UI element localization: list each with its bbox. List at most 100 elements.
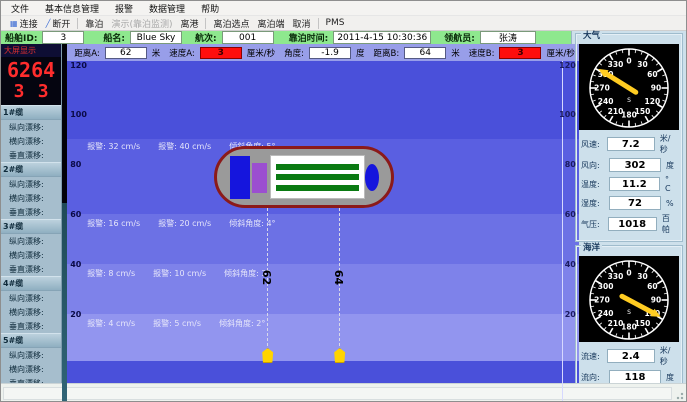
status-bar-panel [3, 387, 672, 400]
y-tick-label: 120 [559, 61, 576, 70]
wind-speed-value[interactable]: 7.2 [607, 137, 655, 151]
cable-group-3: 3#缆 纵向漂移: 横向漂移: 垂直漂移: [1, 219, 61, 276]
speed-a-value[interactable]: 3 [200, 47, 242, 59]
drift-lateral-label: 横向漂移: [1, 191, 61, 205]
distance-b-value[interactable]: 64 [404, 47, 446, 59]
voyage-field[interactable]: 001 [222, 31, 274, 44]
wind-speed-row: 风速: 7.2 米/秒 [581, 133, 677, 155]
svg-text:120: 120 [645, 97, 661, 106]
display-distance-b: 64 [31, 60, 55, 80]
display-speed-a: 3 [14, 83, 25, 101]
ocean-group-title: 海洋 [581, 244, 602, 253]
departure-button[interactable]: 离港 [176, 17, 202, 30]
menu-data[interactable]: 数据管理 [149, 2, 185, 15]
ship-id-field[interactable]: 3 [42, 31, 84, 44]
weather-group: 大气 0306090120150180210240270300330S 风速: … [575, 33, 683, 242]
angle-value[interactable]: -1.9 [309, 47, 351, 59]
svg-text:300: 300 [598, 282, 614, 291]
y-tick-label: 40 [70, 260, 81, 269]
speed-a-unit: 厘米/秒 [247, 47, 275, 59]
wind-direction-gauge: 0306090120150180210240270300330S [579, 44, 679, 130]
drift-longitudinal-label: 纵向漂移: [1, 120, 61, 134]
svg-text:S: S [627, 97, 631, 104]
distance-a-label: 距离A: [74, 47, 100, 59]
distance-line-b-label: 64 [332, 270, 345, 285]
pilot-field[interactable]: 张涛 [480, 31, 536, 44]
cargo-stripe [276, 185, 359, 191]
svg-text:180: 180 [621, 111, 637, 120]
speed-b-value[interactable]: 3 [499, 47, 541, 59]
drift-lateral-label: 横向漂移: [1, 362, 61, 376]
svg-text:90: 90 [651, 296, 661, 305]
wind-direction-value[interactable]: 302 [609, 158, 661, 172]
ocean-group: 海洋 0306090120150180210240270300330S 流速: … [575, 245, 683, 402]
temperature-value[interactable]: 11.2 [609, 177, 660, 191]
alarm-band-labels: 报警: 4 cm/s报警: 5 cm/s倾斜角度: 2° [87, 318, 265, 329]
pms-button[interactable]: PMS [322, 18, 349, 28]
distance-a-value[interactable]: 62 [105, 47, 147, 59]
app-window: 文件 基本信息管理 报警 数据管理 帮助 ▦ 连接 ╱ 断开 靠泊 演示(靠泊监… [0, 0, 687, 402]
berthing-button[interactable]: 靠泊 [81, 17, 107, 30]
svg-text:0: 0 [626, 269, 631, 278]
unberth-point-button[interactable]: 离泊选点 [209, 17, 253, 30]
svg-text:150: 150 [635, 319, 651, 328]
distance-b-label: 距离B: [374, 47, 400, 59]
connect-button[interactable]: ▦ 连接 [6, 17, 42, 30]
humidity-value[interactable]: 72 [609, 196, 661, 210]
alarm-band-labels: 报警: 16 cm/s报警: 20 cm/s倾斜角度: 4° [87, 218, 275, 229]
menubar: 文件 基本信息管理 报警 数据管理 帮助 [1, 1, 686, 15]
svg-text:60: 60 [647, 282, 657, 291]
svg-text:30: 30 [637, 60, 647, 69]
plot-band [62, 61, 579, 139]
unberth-end-button[interactable]: 离泊端 [254, 17, 289, 30]
drift-longitudinal-label: 纵向漂移: [1, 348, 61, 362]
svg-text:S: S [627, 309, 631, 316]
current-speed-row: 流速: 2.4 米/秒 [581, 345, 677, 367]
drift-lateral-label: 横向漂移: [1, 134, 61, 148]
berth-time-field[interactable]: 2011-4-15 10:30:36 [333, 31, 431, 44]
current-gauge-box: 0306090120150180210240270300330S [579, 256, 679, 342]
wind-gauge-box: 0306090120150180210240270300330S [579, 44, 679, 130]
speed-a-label: 速度A: [169, 47, 195, 59]
current-speed-value[interactable]: 2.4 [607, 349, 655, 363]
cable-group-4: 4#缆 纵向漂移: 横向漂移: 垂直漂移: [1, 276, 61, 333]
demo-berthing-button[interactable]: 演示(靠泊监测) [107, 17, 176, 30]
svg-text:150: 150 [635, 107, 651, 116]
ship-hull[interactable] [214, 146, 394, 208]
svg-text:210: 210 [608, 319, 624, 328]
drift-vertical-label: 垂直漂移: [1, 205, 61, 219]
wind-direction-row: 风向: 302 度 [581, 158, 677, 172]
menu-help[interactable]: 帮助 [201, 2, 219, 15]
cancel-button[interactable]: 取消 [289, 17, 315, 30]
svg-text:240: 240 [598, 97, 614, 106]
environment-sidebar: 大气 0306090120150180210240270300330S 风速: … [571, 31, 686, 383]
svg-text:240: 240 [598, 309, 614, 318]
y-tick-label: 20 [70, 310, 81, 319]
svg-text:330: 330 [608, 60, 624, 69]
pressure-value[interactable]: 1018 [608, 217, 657, 231]
menu-basic-info[interactable]: 基本信息管理 [45, 2, 99, 15]
bow-ellipse [365, 164, 379, 191]
cable-group-5: 5#缆 纵向漂移: 横向漂移: 垂直漂移: [1, 333, 61, 390]
ship-name-field[interactable]: Blue Sky [130, 31, 182, 44]
menu-alarm[interactable]: 报警 [115, 2, 133, 15]
y-tick-label: 60 [70, 210, 81, 219]
cable-group-header: 3#缆 [1, 219, 61, 234]
y-tick-label: 20 [565, 310, 576, 319]
pilot-label: 领航员: [444, 31, 475, 44]
berthing-monitor: 距离A: 62 米 速度A: 3 厘米/秒 角度: -1.9 度 距离B: 64… [62, 44, 579, 402]
superstructure-block [252, 163, 267, 193]
current-direction-value[interactable]: 118 [609, 370, 661, 384]
svg-text:210: 210 [608, 107, 624, 116]
current-direction-row: 流向: 118 度 [581, 370, 677, 384]
distance-plot: 120 100 80 60 40 20 120 100 80 60 40 20 [62, 61, 579, 402]
cargo-stripe [276, 174, 359, 180]
display-distance-a: 62 [7, 60, 31, 80]
y-tick-label: 100 [559, 110, 576, 119]
pressure-row: 气压: 1018 百帕 [581, 213, 677, 235]
speed-b-unit: 厘米/秒 [546, 47, 574, 59]
voyage-label: 航次: [195, 31, 217, 44]
menu-file[interactable]: 文件 [11, 2, 29, 15]
disconnect-button[interactable]: ╱ 断开 [42, 17, 75, 30]
resize-grip[interactable] [674, 390, 684, 400]
